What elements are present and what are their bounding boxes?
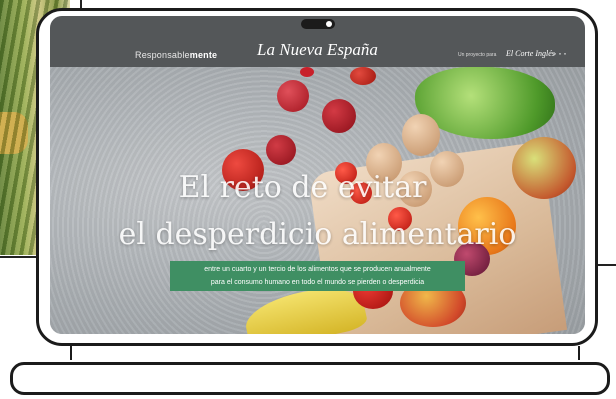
sponsor-logo[interactable]: El Corte Inglés: [506, 49, 555, 58]
hero-subtitle-line1: entre un cuarto y un tercio de los alime…: [204, 266, 431, 273]
hero-title-line1: El reto de evitar: [178, 170, 427, 205]
hero-subtitle-line2: para el consumo humano en todo el mundo …: [210, 279, 425, 286]
laptop-base: [10, 362, 610, 395]
tomato: [350, 67, 376, 85]
project-label: Un proyecto para: [458, 52, 497, 58]
site-logo[interactable]: La Nueva España: [50, 40, 585, 60]
laptop-hinge: [70, 346, 580, 360]
tomato: [277, 80, 309, 112]
hero-banner: El reto de evitar el desperdicio aliment…: [50, 67, 585, 334]
tomato: [322, 99, 356, 133]
egg: [402, 114, 440, 156]
more-dots-icon[interactable]: ···: [553, 46, 568, 60]
background-hand: [0, 112, 28, 154]
hero-title-line2: el desperdicio alimentario: [118, 217, 517, 252]
hero-subtitle: entre un cuarto y un tercio de los alime…: [170, 261, 465, 291]
tomato: [266, 135, 296, 165]
laptop-screen: Responsablemente La Nueva España Un proy…: [50, 16, 585, 334]
webcam-notch: [301, 19, 335, 29]
tomato: [300, 67, 314, 77]
